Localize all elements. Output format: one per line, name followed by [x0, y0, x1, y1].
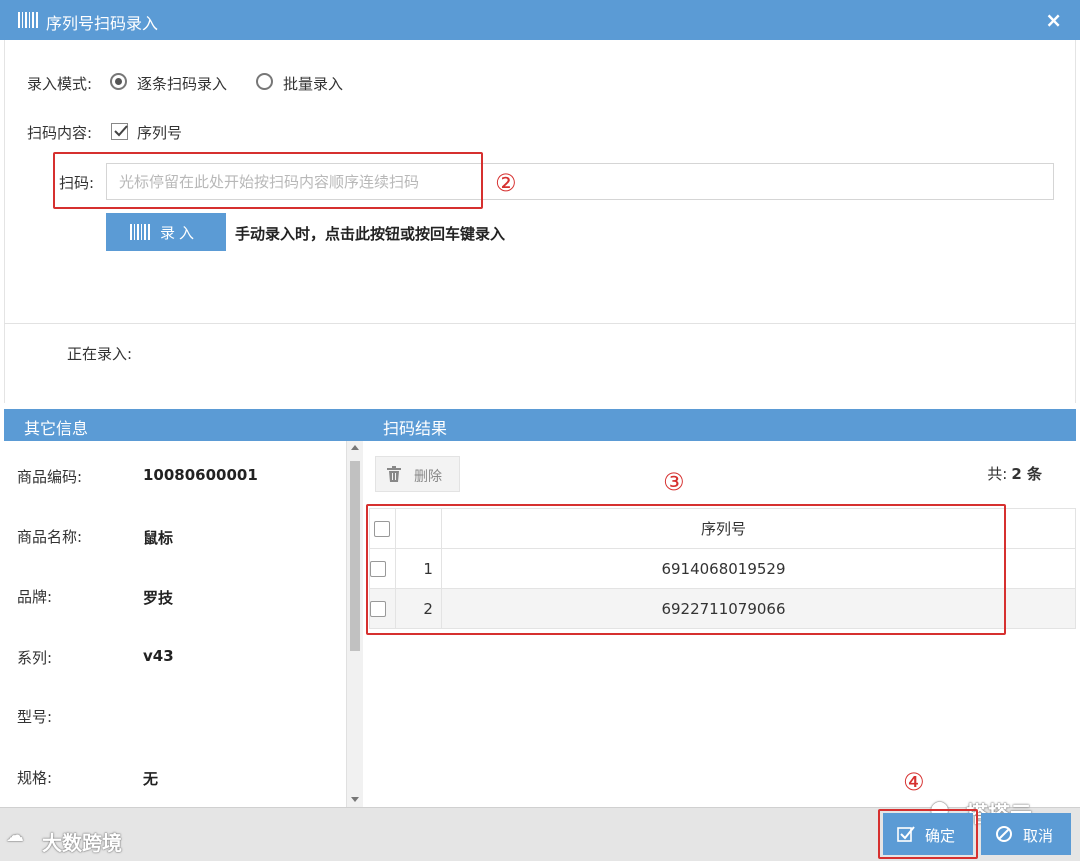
- spec-value: 无: [143, 770, 159, 788]
- product-name-label: 商品名称:: [17, 528, 83, 546]
- scroll-down-icon[interactable]: [351, 797, 359, 802]
- other-info-scrollbar[interactable]: [346, 441, 363, 807]
- product-code-value: 10080600001: [143, 466, 258, 484]
- table-row[interactable]: 1 6914068019529: [369, 548, 1076, 589]
- delete-button[interactable]: 删除: [375, 456, 460, 492]
- serial-checkbox[interactable]: [111, 123, 128, 140]
- row-serial: 6922711079066: [440, 588, 1007, 629]
- other-info-header: 其它信息: [4, 409, 363, 441]
- brand-value: 罗技: [143, 589, 174, 607]
- barcode-icon: [130, 224, 150, 244]
- product-name-value: 鼠标: [143, 529, 174, 547]
- row-checkbox[interactable]: [370, 561, 386, 577]
- confirm-button[interactable]: 确定: [883, 813, 973, 855]
- other-info-panel: 商品编码: 10080600001 商品名称: 鼠标 品牌: 罗技 系列: v4…: [4, 441, 346, 807]
- trash-icon: [387, 466, 401, 486]
- scan-result-panel: 删除 共: 2 条 序列号 1 6914068019529 2 692271107…: [363, 441, 1076, 807]
- scan-content-label: 扫码内容:: [27, 124, 93, 142]
- barcode-icon: [18, 12, 38, 28]
- watermark-logo-icon: ☁: [6, 825, 24, 846]
- close-icon[interactable]: ×: [1045, 8, 1062, 32]
- scan-label: 扫码:: [59, 174, 95, 192]
- row-index: 2: [394, 588, 442, 629]
- series-label: 系列:: [17, 649, 53, 667]
- dialog-titlebar: 序列号扫码录入 ×: [0, 0, 1080, 40]
- serial-checkbox-label[interactable]: 序列号: [137, 122, 182, 143]
- enter-button[interactable]: 录入: [106, 213, 226, 251]
- total-prefix: 共:: [987, 465, 1008, 483]
- entering-label: 正在录入:: [67, 345, 133, 363]
- divider: [4, 323, 1076, 324]
- confirm-button-label: 确定: [925, 827, 956, 845]
- cancel-button-label: 取消: [1023, 827, 1054, 845]
- radio-single-scan-label[interactable]: 逐条扫码录入: [137, 73, 227, 94]
- row-extra-cell: [1005, 548, 1076, 589]
- annotation-3: ③: [663, 468, 685, 496]
- header-checkbox-cell: [369, 508, 396, 549]
- row-checkbox[interactable]: [370, 601, 386, 617]
- series-value: v43: [143, 647, 174, 665]
- other-info-title: 其它信息: [24, 419, 89, 438]
- row-serial: 6914068019529: [440, 548, 1007, 589]
- mode-label: 录入模式:: [27, 75, 93, 93]
- enter-button-label: 录入: [160, 224, 199, 242]
- scan-result-title: 扫码结果: [383, 419, 448, 438]
- select-all-checkbox[interactable]: [374, 521, 391, 537]
- radio-batch[interactable]: [256, 73, 273, 90]
- enter-hint: 手动录入时，点击此按钮或按回车键录入: [235, 225, 506, 243]
- radio-single-scan[interactable]: [110, 73, 127, 90]
- radio-batch-label[interactable]: 批量录入: [283, 73, 343, 94]
- total-count: 共: 2 条: [987, 463, 1042, 484]
- ban-icon: [995, 825, 1013, 847]
- scroll-thumb[interactable]: [350, 461, 360, 651]
- spec-label: 规格:: [17, 769, 53, 787]
- row-index: 1: [394, 548, 442, 589]
- table-header-row: 序列号: [369, 508, 1076, 549]
- cancel-button[interactable]: 取消: [981, 813, 1071, 855]
- table-row[interactable]: 2 6922711079066: [369, 588, 1076, 629]
- delete-button-label: 删除: [414, 469, 442, 485]
- scan-input[interactable]: [106, 163, 1054, 200]
- scan-result-header: 扫码结果: [363, 409, 1076, 441]
- header-index-cell: [394, 508, 442, 549]
- annotation-2: ②: [495, 169, 517, 197]
- product-code-label: 商品编码:: [17, 468, 83, 486]
- row-checkbox-cell: [369, 588, 396, 629]
- total-value: 2 条: [1011, 465, 1042, 483]
- row-checkbox-cell: [369, 548, 396, 589]
- annotation-4: ④: [903, 768, 925, 796]
- scroll-up-icon[interactable]: [351, 445, 359, 450]
- header-serial: 序列号: [440, 508, 1007, 549]
- row-extra-cell: [1005, 588, 1076, 629]
- header-extra-cell: [1005, 508, 1076, 549]
- check-square-icon: [897, 825, 915, 847]
- dialog-title: 序列号扫码录入: [46, 14, 159, 33]
- model-label: 型号:: [17, 708, 53, 726]
- brand-label: 品牌:: [17, 588, 53, 606]
- serial-table: 序列号 1 6914068019529 2 6922711079066: [369, 508, 1076, 629]
- watermark-left: 大数跨境: [42, 831, 122, 855]
